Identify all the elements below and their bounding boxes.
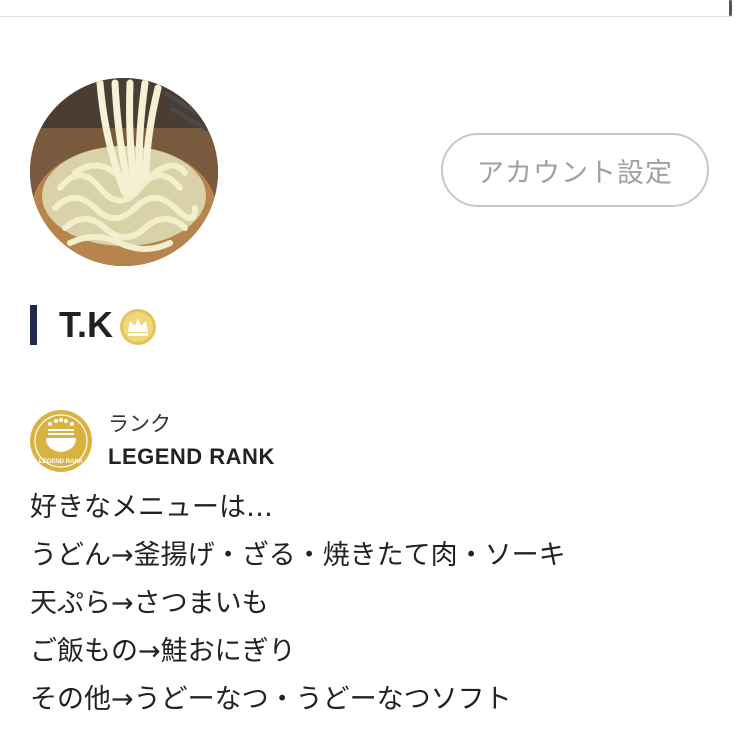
scrollbar[interactable] [729,0,732,16]
avatar[interactable] [30,78,218,266]
top-divider [0,16,732,17]
rank-name: LEGEND RANK [108,444,275,469]
bio-line: うどん→釜揚げ・ざる・焼きたて肉・ソーキ [30,540,566,571]
rank-label: ランク [108,412,171,436]
profile-bio: 好きなメニューは… うどん→釜揚げ・ざる・焼きたて肉・ソーキ 天ぷら→さつまいも… [30,486,720,726]
medal-text: LEGEND RANK [39,459,84,465]
accent-bar [30,305,37,345]
bio-line: その他→うどーなつ・うどーなつソフト [30,684,512,715]
account-settings-button[interactable]: アカウント設定 [441,133,709,207]
bio-line: ご飯もの→鮭おにぎり [30,636,296,667]
gold-crown-badge-icon [120,309,156,345]
legend-rank-medal-icon: LEGEND RANK [30,410,92,472]
bio-line: 好きなメニューは… [30,492,273,523]
udon-noodles-photo-icon [30,78,218,266]
bio-line: 天ぷら→さつまいも [30,588,269,619]
user-name: T.K [59,304,113,345]
user-name-row: T.K [30,303,157,347]
profile-page: アカウント設定 T.K LEGEND RANK ランク LEGEND RANK … [0,0,740,740]
